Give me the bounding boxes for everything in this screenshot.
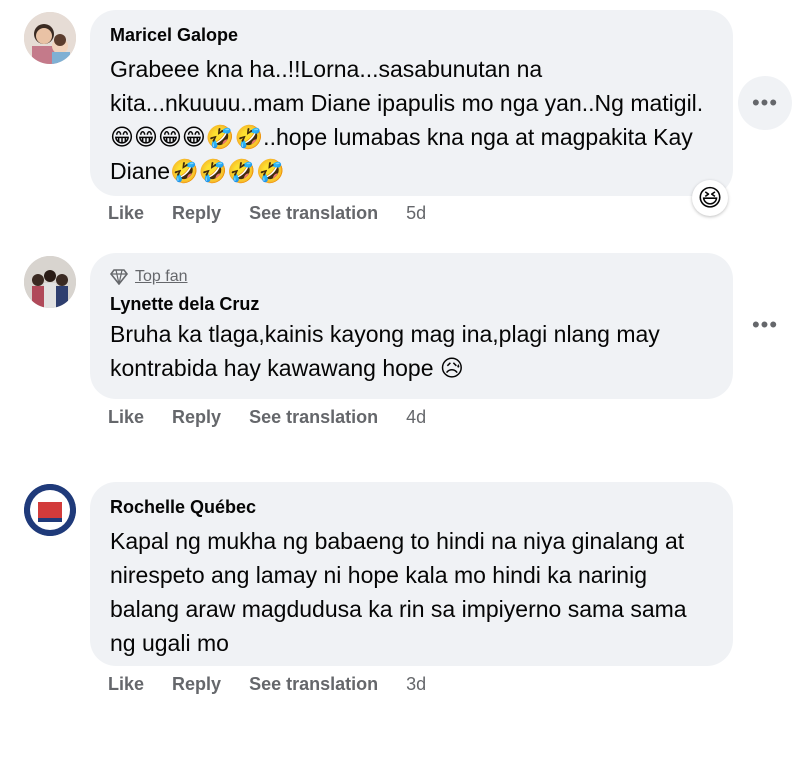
comment-actions: Like Reply See translation 5d [108, 203, 426, 224]
comment-timestamp[interactable]: 4d [406, 407, 426, 428]
comment-timestamp[interactable]: 5d [406, 203, 426, 224]
more-options-button[interactable]: ••• [738, 298, 792, 352]
comment-text: Grabeee kna ha..!!Lorna...sasabunutan na… [110, 56, 704, 184]
haha-reaction-icon: 😆 [697, 184, 723, 212]
more-options-icon: ••• [751, 90, 779, 115]
reply-button[interactable]: Reply [172, 674, 221, 695]
avatar-image-icon [24, 484, 76, 536]
reply-button[interactable]: Reply [172, 407, 221, 428]
avatar[interactable] [24, 484, 76, 536]
diamond-icon [110, 269, 128, 285]
top-fan-badge[interactable]: Top fan [110, 267, 713, 287]
comment-timestamp[interactable]: 3d [406, 674, 426, 695]
reply-button[interactable]: Reply [172, 203, 221, 224]
avatar-image-icon [24, 256, 76, 308]
comment-author[interactable]: Maricel Galope [110, 24, 713, 46]
comment-author[interactable]: Lynette dela Cruz [110, 293, 713, 315]
comment-text: Kapal ng mukha ng babaeng to hindi na ni… [110, 528, 693, 656]
avatar[interactable] [24, 256, 76, 308]
see-translation-button[interactable]: See translation [249, 407, 378, 428]
see-translation-button[interactable]: See translation [249, 203, 378, 224]
more-options-icon: ••• [751, 312, 779, 337]
badge-label: Top fan [135, 268, 188, 285]
comment-bubble: Rochelle Québec Kapal ng mukha ng babaen… [90, 482, 733, 666]
comment-text: Bruha ka tlaga,kainis kayong mag ina,pla… [110, 321, 667, 381]
see-translation-button[interactable]: See translation [249, 674, 378, 695]
comment-author[interactable]: Rochelle Québec [110, 496, 713, 518]
reaction-badge[interactable]: 😆 [692, 180, 728, 216]
like-button[interactable]: Like [108, 407, 144, 428]
more-options-button[interactable]: ••• [738, 76, 792, 130]
comment-actions: Like Reply See translation 3d [108, 674, 426, 695]
like-button[interactable]: Like [108, 674, 144, 695]
comment-actions: Like Reply See translation 4d [108, 407, 426, 428]
avatar[interactable] [24, 12, 76, 64]
comment-bubble: Top fan Lynette dela Cruz Bruha ka tlaga… [90, 253, 733, 399]
comment-bubble: Maricel Galope Grabeee kna ha..!!Lorna..… [90, 10, 733, 196]
like-button[interactable]: Like [108, 203, 144, 224]
avatar-image-icon [24, 12, 76, 64]
